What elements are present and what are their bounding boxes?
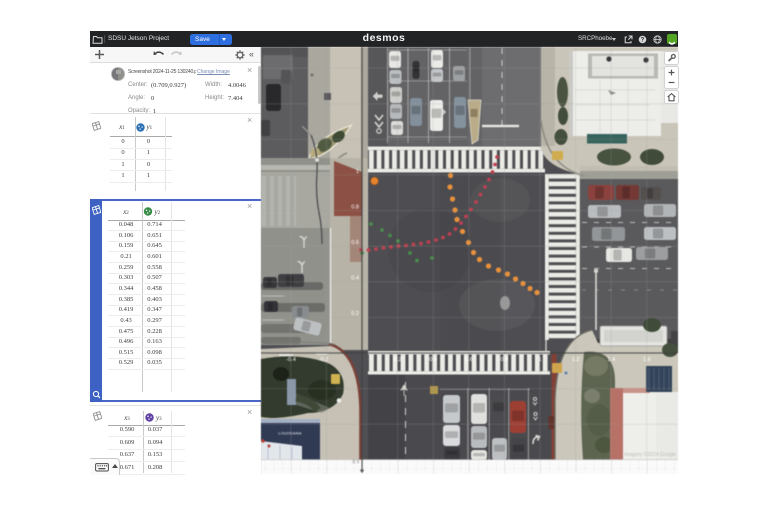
svg-text:?: ?	[640, 37, 644, 43]
svg-text:1: 1	[356, 169, 359, 175]
svg-text:1.2: 1.2	[572, 357, 580, 363]
svg-text:-0.2: -0.2	[319, 357, 329, 363]
svg-text:1.6: 1.6	[643, 357, 651, 363]
svg-text:0.6: 0.6	[351, 240, 359, 246]
svg-text:-0.6: -0.6	[351, 460, 360, 466]
svg-text:0.4: 0.4	[429, 357, 437, 363]
svg-text:LOUISIANA: LOUISIANA	[278, 431, 301, 436]
svg-text:0.8: 0.8	[351, 205, 359, 211]
svg-text:Imagery ©2024 Google: Imagery ©2024 Google	[624, 451, 676, 458]
svg-text:0.2: 0.2	[351, 311, 359, 317]
svg-text:1.4: 1.4	[607, 357, 615, 363]
svg-text:1: 1	[538, 357, 541, 363]
svg-text:0.4: 0.4	[351, 276, 359, 282]
svg-text:-0.4: -0.4	[286, 357, 296, 363]
svg-text:0.2: 0.2	[394, 357, 402, 363]
svg-text:0.8: 0.8	[501, 357, 509, 363]
svg-text:0.6: 0.6	[465, 357, 473, 363]
